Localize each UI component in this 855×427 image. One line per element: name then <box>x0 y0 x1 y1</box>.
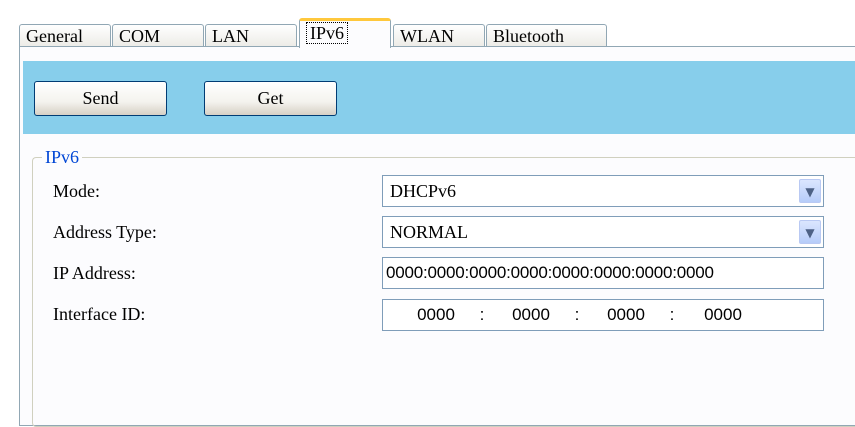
interface-id-separator: : <box>479 305 485 324</box>
interface-id-segment-2[interactable]: 0000 <box>500 300 562 330</box>
group-title: IPv6 <box>42 148 83 166</box>
mode-value: DHCPv6 <box>390 181 457 201</box>
interface-id-label: Interface ID: <box>53 304 146 324</box>
toolbar: Send Get <box>23 61 855 134</box>
address-type-value: NORMAL <box>390 222 469 242</box>
get-button[interactable]: Get <box>204 81 337 116</box>
tab-general[interactable]: General <box>19 24 111 47</box>
tab-com[interactable]: COM <box>112 24 204 47</box>
interface-id-segment-4[interactable]: 0000 <box>692 300 754 330</box>
tab-bar: General COM LAN IPv6 WLAN Bluetooth <box>19 18 855 48</box>
top-strip <box>0 0 855 14</box>
ip-address-input[interactable]: 0000:0000:0000:0000:0000:0000:0000:0000 <box>382 257 824 289</box>
interface-id-separator: : <box>574 305 580 324</box>
address-type-label: Address Type: <box>53 222 157 242</box>
send-button[interactable]: Send <box>34 81 167 116</box>
tab-page-ipv6: Send Get IPv6 Mode: DHCPv6 ▼ Address Typ… <box>19 46 855 427</box>
interface-id-segment-1[interactable]: 0000 <box>405 300 467 330</box>
tab-wlan[interactable]: WLAN <box>393 24 485 47</box>
interface-id-input: 0000 : 0000 : 0000 : 0000 <box>382 299 824 331</box>
address-type-select[interactable]: NORMAL ▼ <box>382 216 824 248</box>
tab-ipv6-label: IPv6 <box>306 22 349 44</box>
tab-bluetooth[interactable]: Bluetooth <box>486 24 607 47</box>
tab-ipv6[interactable]: IPv6 <box>299 18 391 48</box>
mode-label: Mode: <box>53 181 100 201</box>
chevron-down-icon[interactable]: ▼ <box>799 220 821 244</box>
mode-select[interactable]: DHCPv6 ▼ <box>382 175 824 207</box>
interface-id-separator: : <box>669 305 675 324</box>
ip-address-label: IP Address: <box>53 263 136 283</box>
chevron-down-icon[interactable]: ▼ <box>799 179 821 203</box>
interface-id-segment-3[interactable]: 0000 <box>595 300 657 330</box>
tab-lan[interactable]: LAN <box>205 24 297 47</box>
